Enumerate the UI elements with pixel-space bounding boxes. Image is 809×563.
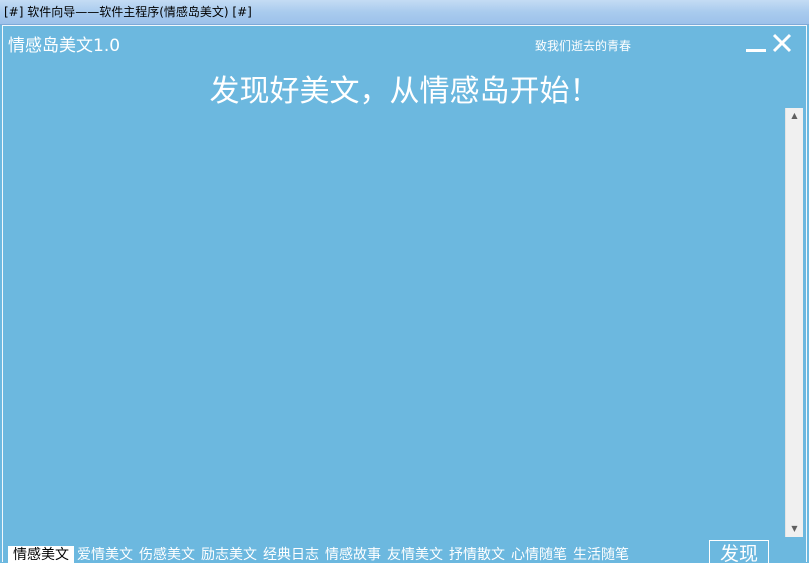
category-tabs: 情感美文 爱情美文 伤感美文 励志美文 经典日志 情感故事 友情美文 抒情散文 … [8,545,632,563]
vertical-scrollbar[interactable]: ▲ ▼ [785,108,803,537]
os-window-title: [#] 软件向导——软件主程序(情感岛美文) [#] [4,5,252,19]
headline: 发现好美文，从情感岛开始！ [209,74,600,109]
tab-youqing-meiwen[interactable]: 友情美文 [384,546,446,563]
tab-shanggan-meiwen[interactable]: 伤感美文 [136,546,198,563]
tagline: 致我们逝去的青春 [535,39,632,53]
tab-lizhi-meiwen[interactable]: 励志美文 [198,546,260,563]
article-content-area[interactable] [3,108,783,538]
tab-qinggan-meiwen[interactable]: 情感美文 [8,546,74,563]
app-panel: 情感岛美文1.0 致我们逝去的青春 发现好美文，从情感岛开始！ ▲ ▼ 情感美文… [2,25,807,563]
os-window: [#] 软件向导——软件主程序(情感岛美文) [#] 情感岛美文1.0 致我们逝… [0,0,809,563]
tab-xinqing-suibi[interactable]: 心情随笔 [508,546,570,563]
os-titlebar[interactable]: [#] 软件向导——软件主程序(情感岛美文) [#] [0,0,809,25]
tab-shenghuo-suibi[interactable]: 生活随笔 [570,546,632,563]
tab-aiqing-meiwen[interactable]: 爱情美文 [74,546,136,563]
tab-shuqing-sanwen[interactable]: 抒情散文 [446,546,508,563]
tab-jingdian-rizhi[interactable]: 经典日志 [260,546,322,563]
minimize-icon [746,49,766,52]
scroll-up-arrow-icon[interactable]: ▲ [786,108,803,124]
close-icon [772,33,792,53]
app-title: 情感岛美文1.0 [8,36,121,56]
minimize-button[interactable] [745,32,769,56]
scroll-down-arrow-icon[interactable]: ▼ [786,521,803,537]
close-button[interactable] [771,32,795,56]
discover-button[interactable]: 发现 [709,540,769,563]
tab-qinggan-gushi[interactable]: 情感故事 [322,546,384,563]
